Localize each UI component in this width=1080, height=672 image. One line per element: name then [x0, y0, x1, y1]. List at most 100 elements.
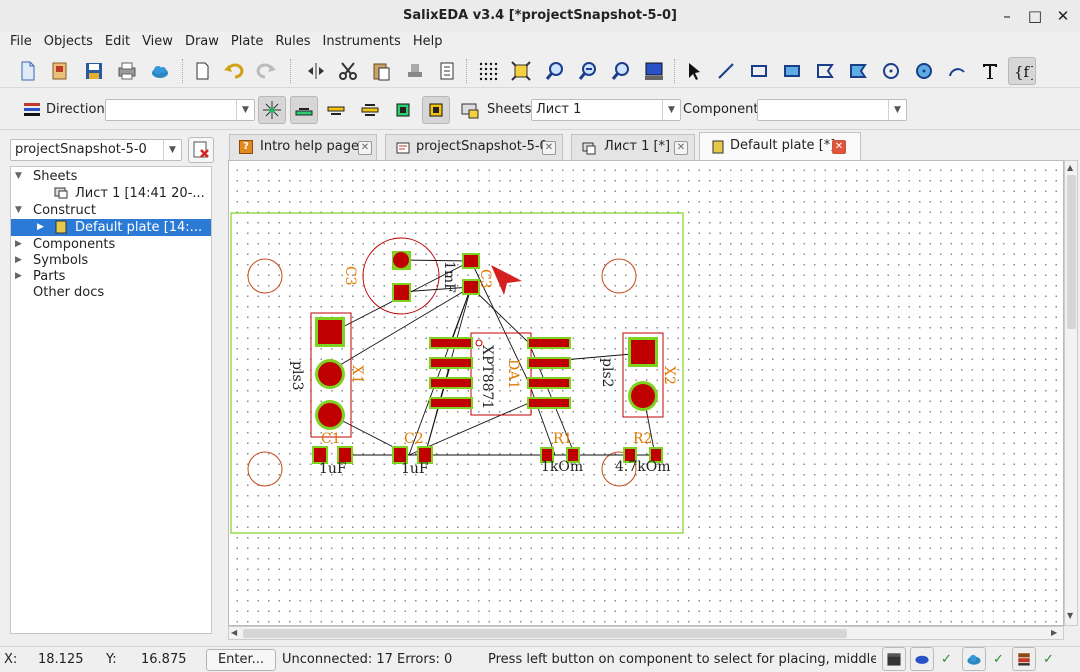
new-file-icon[interactable]: [14, 57, 42, 85]
clapper-icon[interactable]: [882, 647, 906, 671]
library-status-icon[interactable]: [1012, 647, 1036, 671]
close-tab-icon[interactable]: ✕: [542, 141, 556, 155]
close-tab-icon[interactable]: ✕: [358, 141, 372, 155]
scroll-left-icon[interactable]: ◀: [231, 628, 237, 637]
menu-draw[interactable]: Draw: [179, 32, 225, 52]
y-coordinate: 16.875: [141, 652, 187, 667]
cloud-status-icon[interactable]: [962, 647, 986, 671]
save-icon[interactable]: [80, 57, 108, 85]
chevron-down-icon: ▼: [163, 140, 181, 160]
tree-item-default-plate[interactable]: ▶ Default plate [14:...: [11, 219, 211, 236]
rectangle-icon[interactable]: [745, 57, 773, 85]
open-file-icon[interactable]: [46, 57, 74, 85]
chevron-down-icon: ▼: [888, 100, 906, 120]
scroll-up-icon[interactable]: ▲: [1067, 163, 1076, 173]
cloud-icon[interactable]: [146, 57, 174, 85]
menu-plate[interactable]: Plate: [225, 32, 270, 52]
tree-item-sheets[interactable]: ▼ Sheets: [11, 168, 211, 185]
scroll-right-icon[interactable]: ▶: [1051, 628, 1057, 637]
circle-icon[interactable]: [877, 57, 905, 85]
polygon-icon[interactable]: [811, 57, 839, 85]
properties-icon[interactable]: [433, 57, 461, 85]
component-icon[interactable]: [389, 96, 417, 124]
undo-icon[interactable]: [220, 57, 248, 85]
vertical-scrollbar[interactable]: ▲ ▼: [1064, 160, 1078, 626]
close-icon[interactable]: ✕: [1046, 0, 1080, 32]
close-project-icon[interactable]: [188, 137, 214, 163]
svg-text:{f}: {f}: [1014, 63, 1033, 81]
page-icon[interactable]: [188, 57, 216, 85]
zoom-in-icon[interactable]: [541, 57, 569, 85]
redo-icon[interactable]: [252, 57, 280, 85]
tab-project[interactable]: projectSnapshot-5-0 ✕: [385, 134, 563, 160]
bottom-layer-icon[interactable]: [322, 96, 350, 124]
menu-view[interactable]: View: [136, 32, 179, 52]
menu-file[interactable]: File: [4, 32, 38, 52]
horizontal-scrollbar[interactable]: ◀ ▶: [228, 626, 1064, 640]
menu-help[interactable]: Help: [407, 32, 449, 52]
zoom-window-icon[interactable]: [607, 57, 635, 85]
chevron-down-icon[interactable]: ▼: [15, 202, 22, 219]
sheet-icon: [54, 187, 69, 199]
monitor-status-icon[interactable]: [910, 647, 934, 671]
tree-item-symbols[interactable]: ▶ Symbols: [11, 252, 211, 269]
close-tab-icon[interactable]: ✕: [674, 141, 688, 155]
component-combo[interactable]: ▼: [757, 99, 907, 121]
vertical-scroll-thumb[interactable]: [1067, 175, 1076, 329]
scroll-down-icon[interactable]: ▼: [1067, 611, 1076, 621]
tree-item-sheet1[interactable]: Лист 1 [14:41 20-...: [11, 185, 211, 202]
top-layer-icon[interactable]: [290, 96, 318, 124]
chevron-right-icon[interactable]: ▶: [15, 252, 22, 269]
tree-item-parts[interactable]: ▶ Parts: [11, 268, 211, 285]
filled-circle-icon[interactable]: [910, 57, 938, 85]
monitor-icon[interactable]: [640, 57, 668, 85]
chevron-right-icon[interactable]: ▶: [37, 219, 44, 236]
filled-rectangle-icon[interactable]: [778, 57, 806, 85]
filled-polygon-icon[interactable]: [844, 57, 872, 85]
unconnected-status: Unconnected: 17 Errors: 0: [282, 652, 453, 667]
snap-icon[interactable]: [258, 96, 286, 124]
zoom-out-icon[interactable]: [574, 57, 602, 85]
close-tab-icon[interactable]: ✕: [832, 140, 846, 154]
cut-icon[interactable]: [334, 57, 362, 85]
menu-rules[interactable]: Rules: [269, 32, 316, 52]
tab-intro-help[interactable]: ? Intro help page ✕: [229, 134, 377, 160]
line-icon[interactable]: [712, 57, 740, 85]
menu-objects[interactable]: Objects: [38, 32, 99, 52]
menu-instruments[interactable]: Instruments: [317, 32, 407, 52]
field-icon[interactable]: {f}: [1008, 57, 1036, 85]
pad: [631, 340, 655, 364]
sheets-combo[interactable]: Лист 1 ▼: [531, 99, 681, 121]
mirror-icon[interactable]: [302, 57, 330, 85]
tree-item-components[interactable]: ▶ Components: [11, 236, 211, 253]
zoom-fit-icon[interactable]: [507, 57, 535, 85]
menu-edit[interactable]: Edit: [99, 32, 136, 52]
arc-icon[interactable]: [943, 57, 971, 85]
check-icon: ✓: [1043, 652, 1054, 667]
chevron-right-icon[interactable]: ▶: [15, 236, 22, 253]
chevron-down-icon[interactable]: ▼: [15, 168, 22, 185]
component-pads-icon[interactable]: [422, 96, 450, 124]
pcb-canvas[interactable]: C3 1mF C3 X1 pls3 X2 pls2 XPT8871 DA1 C1…: [228, 160, 1064, 626]
direction-combo[interactable]: ▼: [105, 99, 255, 121]
sheet-switch-icon[interactable]: [456, 96, 484, 124]
tab-default-plate[interactable]: Default plate [*] ✕: [699, 132, 861, 161]
brush-icon[interactable]: [401, 57, 429, 85]
print-icon[interactable]: [113, 57, 141, 85]
chevron-right-icon[interactable]: ▶: [15, 268, 22, 285]
tree-item-other-docs[interactable]: Other docs: [11, 284, 211, 301]
text-icon[interactable]: [976, 57, 1004, 85]
enter-coordinates-button[interactable]: Enter...: [206, 649, 276, 671]
horizontal-scroll-thumb[interactable]: [243, 629, 847, 638]
tab-sheet1[interactable]: Лист 1 [*] ✕: [571, 134, 695, 160]
both-layers-icon[interactable]: [356, 96, 384, 124]
grid-icon[interactable]: [474, 57, 502, 85]
project-combo[interactable]: projectSnapshot-5-0 ▼: [10, 139, 182, 161]
paste-icon[interactable]: [367, 57, 395, 85]
pad: [318, 320, 342, 344]
layers-icon[interactable]: [18, 96, 46, 124]
tree-item-construct[interactable]: ▼ Construct: [11, 202, 211, 219]
pad: [318, 362, 342, 386]
select-arrow-icon[interactable]: [680, 57, 708, 85]
x2-value-label: pls2: [599, 358, 615, 388]
